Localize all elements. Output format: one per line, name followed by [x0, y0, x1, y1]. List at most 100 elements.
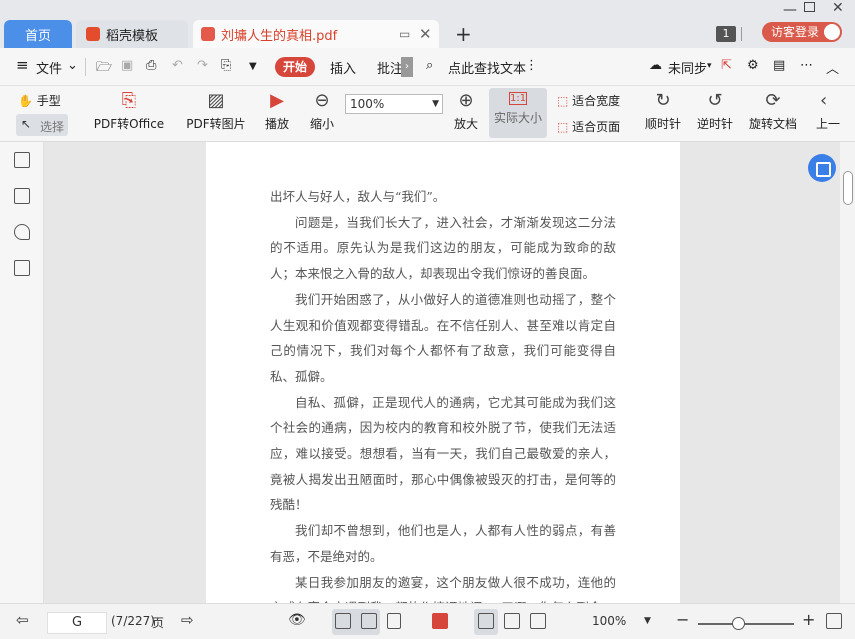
- menu-annotate[interactable]: 批注: [377, 58, 403, 77]
- left-sidebar: [0, 142, 44, 603]
- share-icon[interactable]: ⇱: [721, 58, 732, 73]
- actual-size-icon: 1:1: [509, 92, 527, 105]
- print-icon[interactable]: ⎙: [146, 58, 156, 73]
- ribbon-toolbar: ✋ 手型 ↖ 选择 ⎘ PDF转Office ▨ PDF转图片 ▶ 播放 ⊖ 缩…: [0, 86, 855, 142]
- close-tab-icon[interactable]: ✕: [419, 25, 432, 43]
- actual-size-button[interactable]: 1:1 实际大小: [489, 88, 547, 138]
- previous-page-arrow-icon[interactable]: ⇦: [16, 611, 29, 629]
- fit-width-status-icon[interactable]: [530, 613, 546, 629]
- cloud-sync-icon[interactable]: ☁: [649, 58, 662, 73]
- fit-page-icon: ⬚: [557, 120, 569, 134]
- annotation-pen-icon[interactable]: [14, 224, 30, 240]
- document-viewport[interactable]: 出坏人与好人，敌人与“我们”。 问题是，当我们长大了，进入社会，才渐渐发现这二分法…: [44, 142, 840, 603]
- paragraph: 自私、孤僻，正是现代人的通病，它尤其可能成为我们这个社会的通病，因为校内的教育和…: [270, 394, 616, 513]
- fullscreen-icon[interactable]: [826, 613, 842, 629]
- zoom-dropdown-icon[interactable]: ▼: [644, 616, 651, 626]
- window-count-badge[interactable]: 1: [716, 26, 736, 42]
- sync-dropdown-icon[interactable]: ▾: [707, 61, 712, 71]
- pdf-to-office-button[interactable]: ⎘ PDF转Office: [88, 90, 170, 132]
- menu-start[interactable]: 开始: [275, 57, 315, 77]
- search-text-field[interactable]: 点此查找文本: [448, 58, 526, 77]
- tab-pdf-document[interactable]: 刘墉人生的真相.pdf ▭ ✕: [193, 20, 439, 48]
- zoom-in-button[interactable]: ⊕ 放大: [452, 90, 480, 132]
- maximize-icon[interactable]: [804, 2, 815, 12]
- chevron-down-icon[interactable]: ⌄: [67, 58, 78, 73]
- vertical-scrollbar[interactable]: [840, 142, 855, 603]
- zoom-out-minus-icon[interactable]: −: [676, 610, 689, 629]
- fit-page-status-icon[interactable]: [504, 613, 520, 629]
- login-label: 访客登录: [771, 25, 820, 39]
- search-icon[interactable]: ⌕: [426, 58, 433, 73]
- tab-pdf-label: 刘墉人生的真相.pdf: [221, 28, 338, 44]
- paragraph: 出坏人与好人，敌人与“我们”。: [270, 189, 446, 204]
- zoom-out-button[interactable]: ⊖ 缩小: [308, 90, 336, 132]
- outline-list-icon[interactable]: [14, 152, 30, 168]
- undo-icon[interactable]: ↶: [172, 58, 183, 73]
- pdf-file-icon: [201, 27, 215, 41]
- tab-docer-templates[interactable]: 稻壳模板: [76, 20, 188, 48]
- play-slideshow-icon[interactable]: [432, 613, 448, 629]
- zoom-dropdown-icon: ▼: [432, 99, 439, 109]
- fit-width-button[interactable]: ⬚ 适合宽度: [557, 92, 620, 109]
- menu-insert[interactable]: 插入: [330, 58, 356, 77]
- tab-home-label: 首页: [24, 28, 51, 44]
- export-icon[interactable]: ⎘: [221, 58, 231, 73]
- rotate-clockwise-button[interactable]: ↻ 顺时针: [642, 90, 684, 132]
- single-page-icon[interactable]: [361, 613, 377, 629]
- fit-page-button[interactable]: ⬚ 适合页面: [557, 118, 620, 135]
- zoom-level-select[interactable]: 100% ▼: [345, 94, 443, 114]
- hamburger-menu-icon[interactable]: ≡: [16, 56, 29, 74]
- zoom-value: 100%: [350, 97, 385, 111]
- window-restore-icon[interactable]: ▭: [399, 27, 410, 41]
- save-icon[interactable]: ▣: [121, 58, 133, 73]
- rotate-counterclockwise-button[interactable]: ↺ 逆时针: [694, 90, 736, 132]
- tab-docer-label: 稻壳模板: [106, 28, 159, 44]
- zoom-slider-track[interactable]: [698, 623, 794, 625]
- fit-width-icon: ⬚: [557, 94, 569, 108]
- floating-tool-button[interactable]: [808, 154, 836, 182]
- zoom-out-icon: ⊖: [314, 90, 330, 111]
- more-dropdown-icon[interactable]: ▼: [249, 61, 257, 72]
- continuous-page-icon[interactable]: [335, 613, 351, 629]
- zoom-slider-knob[interactable]: [731, 617, 745, 630]
- comment-icon[interactable]: ▤: [773, 58, 785, 73]
- page-number-input[interactable]: G: [47, 612, 107, 634]
- signature-icon[interactable]: [14, 260, 30, 276]
- counterclockwise-label: 逆时针: [696, 117, 733, 131]
- eye-protection-icon[interactable]: 👁: [288, 612, 306, 628]
- minimize-icon[interactable]: —: [783, 2, 797, 18]
- rotate-document-icon: ⟳: [765, 90, 781, 111]
- next-page-arrow-icon[interactable]: ⇨: [181, 611, 194, 629]
- sync-status[interactable]: 未同步: [668, 58, 707, 77]
- scrollbar-thumb[interactable]: [843, 171, 853, 205]
- double-page-icon[interactable]: [387, 613, 401, 629]
- pdf-to-office-label: PDF转Office: [93, 117, 165, 131]
- status-bar: ⇦ G (7/227) 页 ⇨ 👁 100% ▼ − +: [0, 603, 855, 639]
- select-tool-button[interactable]: ↖ 选择: [16, 114, 68, 136]
- zoom-percentage[interactable]: 100%: [592, 614, 626, 628]
- redo-icon[interactable]: ↷: [197, 58, 208, 73]
- hand-tool-button[interactable]: ✋ 手型: [18, 92, 68, 109]
- scroll-menu-right-icon[interactable]: ›: [401, 57, 413, 77]
- paragraph: 我们却不曾想到，他们也是人，人都有人性的弱点，有善有恶，不是绝对的。: [270, 523, 616, 564]
- collapse-ribbon-chevron-up-icon[interactable]: ︿: [826, 58, 839, 77]
- visitor-login-button[interactable]: 访客登录: [762, 22, 842, 42]
- more-vertical-icon[interactable]: ⋮: [525, 58, 538, 73]
- new-tab-plus-icon[interactable]: +: [455, 22, 472, 46]
- actual-size-status-icon[interactable]: [478, 613, 494, 629]
- zoom-in-icon: ⊕: [458, 90, 474, 111]
- close-window-icon[interactable]: ✕: [832, 0, 844, 16]
- menu-file[interactable]: 文件: [36, 58, 62, 77]
- zoom-in-plus-icon[interactable]: +: [802, 610, 815, 629]
- thumbnail-image-icon[interactable]: [14, 188, 30, 204]
- open-folder-icon[interactable]: 🗁: [96, 58, 112, 80]
- settings-gear-icon[interactable]: ⚙: [747, 58, 759, 73]
- rotate-document-button[interactable]: ⟳ 旋转文档: [746, 90, 800, 132]
- tab-home[interactable]: 首页: [4, 20, 72, 48]
- previous-page-button[interactable]: ‹ 上一: [816, 90, 846, 132]
- play-button[interactable]: ▶ 播放: [262, 90, 292, 132]
- paragraph: 我们开始困惑了，从小做好人的道德准则也动摇了，整个人生观和价值观都变得错乱。在不…: [270, 291, 616, 384]
- menu-bar: ≡ 文件 ⌄ 🗁 ▣ ⎙ ↶ ↷ ⎘ ▼ 开始 插入 批注 › ⌕ 点此查找文本…: [0, 48, 855, 86]
- more-horizontal-icon[interactable]: ⋯: [800, 58, 813, 73]
- pdf-to-image-button[interactable]: ▨ PDF转图片: [184, 90, 248, 132]
